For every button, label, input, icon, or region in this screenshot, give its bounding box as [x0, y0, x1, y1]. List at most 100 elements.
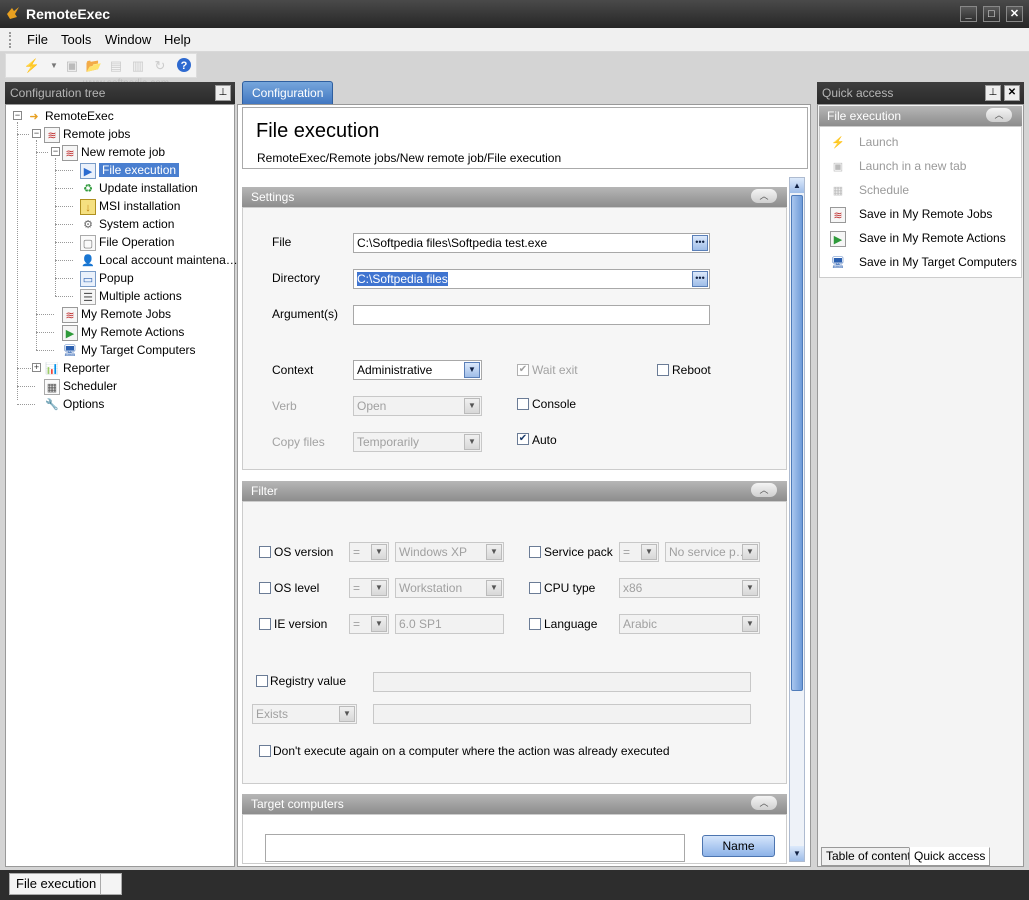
chevron-down-icon[interactable]: ▼ [464, 398, 480, 414]
launch-new-tab-action[interactable]: ▣ Launch in a new tab [830, 157, 967, 175]
language-checkbox[interactable] [529, 618, 541, 630]
scroll-up-button[interactable]: ▲ [790, 178, 804, 193]
tree-item-options[interactable]: 🔧 Options [44, 395, 104, 413]
tree-item-my-remote-jobs[interactable]: ≋ My Remote Jobs [62, 305, 171, 323]
target-computers-section-header[interactable]: Target computers ︿ [242, 794, 787, 814]
minimize-button[interactable]: _ [960, 6, 977, 22]
schedule-action[interactable]: ▦ Schedule [830, 181, 909, 199]
registry-value-input[interactable] [373, 672, 751, 692]
wait-exit-checkbox[interactable]: ✔ [517, 364, 529, 376]
chevron-down-icon[interactable]: ▼ [464, 434, 480, 450]
file-browse-button[interactable]: ••• [692, 235, 708, 251]
launch-action[interactable]: ⚡ Launch [830, 133, 898, 151]
print-icon[interactable]: ▥ [128, 57, 148, 75]
service-pack-operator-select[interactable]: = ▼ [619, 542, 659, 562]
chevron-down-icon[interactable]: ▼ [742, 616, 758, 632]
chevron-down-icon[interactable]: ▼ [742, 580, 758, 596]
chevron-down-icon[interactable]: ▼ [486, 580, 502, 596]
tree-item-my-target-computers[interactable]: 🖥 My Target Computers [62, 341, 195, 359]
tree-item-my-remote-actions[interactable]: ▶ My Remote Actions [62, 323, 184, 341]
expand-root-toggle[interactable]: − [13, 111, 22, 120]
menu-tools[interactable]: Tools [61, 32, 91, 47]
tree-item-update-installation[interactable]: ♻ Update installation [80, 179, 198, 197]
os-level-checkbox[interactable] [259, 582, 271, 594]
cpu-type-select[interactable]: x86 ▼ [619, 578, 760, 598]
help-icon[interactable]: ? [174, 57, 194, 75]
ie-version-checkbox[interactable] [259, 618, 271, 630]
tree-item-popup[interactable]: ▭ Popup [80, 269, 134, 287]
exists-select[interactable]: Exists ▼ [252, 704, 357, 724]
auto-checkbox[interactable]: ✔ [517, 433, 529, 445]
cpu-type-checkbox[interactable] [529, 582, 541, 594]
tree-item-system-action[interactable]: ⚙ System action [80, 215, 174, 233]
service-pack-checkbox[interactable] [529, 546, 541, 558]
expand-new-remote-job-toggle[interactable]: − [51, 147, 60, 156]
close-panel-icon[interactable]: ✕ [1004, 85, 1020, 101]
menu-window[interactable]: Window [105, 32, 151, 47]
save-icon[interactable]: ▤ [106, 57, 126, 75]
language-select[interactable]: Arabic ▼ [619, 614, 760, 634]
close-button[interactable]: ✕ [1006, 6, 1023, 22]
chevron-down-icon[interactable]: ▼ [371, 616, 387, 632]
scroll-down-button[interactable]: ▼ [790, 846, 804, 861]
tree-item-local-account[interactable]: 👤 Local account maintena… [80, 251, 238, 269]
exists-value-input[interactable] [373, 704, 751, 724]
pin-icon[interactable]: ⊥ [985, 85, 1001, 101]
chevron-down-icon[interactable]: ▼ [742, 544, 758, 560]
filter-collapse-button[interactable]: ︿ [751, 483, 777, 497]
save-target-computers-action[interactable]: 🖥 Save in My Target Computers [830, 253, 1017, 271]
filter-section-header[interactable]: Filter ︿ [242, 481, 787, 501]
settings-collapse-button[interactable]: ︿ [751, 189, 777, 203]
settings-section-header[interactable]: Settings ︿ [242, 187, 787, 207]
copy-files-select[interactable]: Temporarily ▼ [353, 432, 482, 452]
dropdown-arrow-icon[interactable]: ▼ [44, 57, 64, 75]
maximize-button[interactable]: □ [983, 6, 1000, 22]
os-level-select[interactable]: Workstation ▼ [395, 578, 504, 598]
tree-item-msi-installation[interactable]: ↓ MSI installation [80, 197, 180, 215]
os-level-operator-select[interactable]: = ▼ [349, 578, 389, 598]
menu-file[interactable]: File [27, 32, 48, 47]
ie-version-input[interactable]: 6.0 SP1 [395, 614, 504, 634]
expand-remote-jobs-toggle[interactable]: − [32, 129, 41, 138]
menu-help[interactable]: Help [164, 32, 191, 47]
verb-select[interactable]: Open ▼ [353, 396, 482, 416]
chevron-down-icon[interactable]: ▼ [371, 580, 387, 596]
quick-access-collapse-button[interactable]: ︿ [986, 108, 1012, 122]
directory-input[interactable]: C:\Softpedia files ••• [353, 269, 710, 289]
tab-table-of-content[interactable]: Table of content [821, 847, 916, 866]
os-version-select[interactable]: Windows XP ▼ [395, 542, 504, 562]
chevron-down-icon[interactable]: ▼ [371, 544, 387, 560]
save-remote-actions-action[interactable]: ▶ Save in My Remote Actions [830, 229, 1006, 247]
reboot-checkbox[interactable] [657, 364, 669, 376]
expand-reporter-toggle[interactable]: + [32, 363, 41, 372]
tree-item-remoteexec[interactable]: ➜ RemoteExec [26, 107, 113, 125]
tree-item-scheduler[interactable]: ▦ Scheduler [44, 377, 117, 395]
os-version-operator-select[interactable]: = ▼ [349, 542, 389, 562]
target-collapse-button[interactable]: ︿ [751, 796, 777, 810]
chevron-down-icon[interactable]: ▼ [339, 706, 355, 722]
tree-item-reporter[interactable]: 📊 Reporter [44, 359, 110, 377]
chevron-down-icon[interactable]: ▼ [641, 544, 657, 560]
chevron-down-icon[interactable]: ▼ [486, 544, 502, 560]
quick-access-section-header[interactable]: File execution ︿ [819, 106, 1022, 126]
console-checkbox[interactable] [517, 398, 529, 410]
menu-grip[interactable] [9, 32, 12, 48]
file-input[interactable]: C:\Softpedia files\Softpedia test.exe ••… [353, 233, 710, 253]
new-icon[interactable]: ▣ [62, 57, 82, 75]
registry-value-checkbox[interactable] [256, 675, 268, 687]
tree-item-multiple-actions[interactable]: ☰ Multiple actions [80, 287, 182, 305]
open-folder-icon[interactable]: 📂 [84, 57, 104, 75]
status-tab-extra[interactable] [100, 873, 122, 895]
launch-toolbar-icon[interactable]: ⚡ [22, 57, 42, 75]
refresh-icon[interactable]: ↻ [150, 57, 170, 75]
tree-item-new-remote-job[interactable]: ≋ New remote job [62, 143, 165, 161]
content-scrollbar[interactable]: ▲ ▼ [789, 177, 805, 862]
tree-item-file-operation[interactable]: ▢ File Operation [80, 233, 174, 251]
context-select[interactable]: Administrative ▼ [353, 360, 482, 380]
chevron-down-icon[interactable]: ▼ [464, 362, 480, 378]
arguments-input[interactable] [353, 305, 710, 325]
ie-version-operator-select[interactable]: = ▼ [349, 614, 389, 634]
tree-item-file-execution[interactable]: ▶ File execution [80, 161, 180, 179]
tab-configuration[interactable]: Configuration [242, 81, 334, 105]
pin-icon[interactable]: ⊥ [215, 85, 231, 101]
